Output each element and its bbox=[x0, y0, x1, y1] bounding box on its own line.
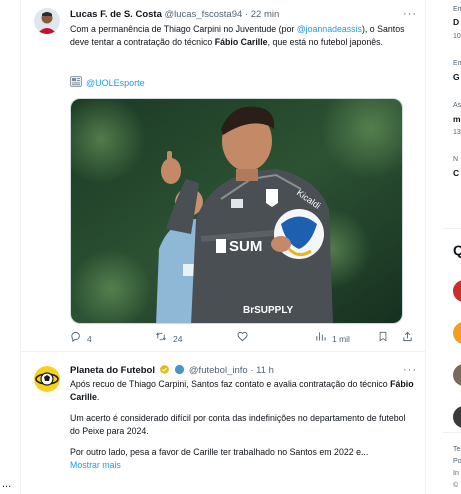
suggested-avatar[interactable] bbox=[453, 280, 461, 302]
share-icon bbox=[402, 331, 413, 347]
trend-title[interactable]: D bbox=[453, 17, 459, 27]
trend-category: N bbox=[453, 156, 459, 163]
more-options-icon[interactable]: ··· bbox=[403, 7, 417, 21]
show-more-link[interactable]: Mostrar mais bbox=[70, 459, 415, 472]
section-divider bbox=[443, 228, 461, 229]
retweet-button[interactable]: 24 bbox=[155, 331, 182, 347]
tweet-text-part: Após recuo de Thiago Carpini, Santos faz… bbox=[70, 379, 391, 389]
avatar[interactable] bbox=[34, 8, 60, 34]
tweet-text-bold: Fábio Carille bbox=[214, 37, 268, 47]
tweet-text: Com a permanência de Thiago Carpini no J… bbox=[70, 23, 415, 49]
trend-category: Em bbox=[453, 60, 461, 67]
trend-category: As bbox=[453, 102, 461, 109]
right-sidebar: Em D 10 Em G As m 13 N C Q Te Po In © bbox=[427, 0, 461, 494]
trend-category: Em bbox=[453, 6, 461, 13]
view-count: 1 mil bbox=[332, 334, 350, 344]
tweet-paragraph: Por outro lado, pesa a favor de Carille … bbox=[70, 447, 369, 457]
author-handle[interactable]: @lucas_fscosta94 bbox=[165, 9, 243, 20]
separator-dot: · bbox=[244, 9, 249, 20]
trend-title[interactable]: G bbox=[453, 72, 460, 82]
tweet-text-part: , que está no futebol japonês. bbox=[267, 37, 383, 47]
tweet-header: Lucas F. de S. Costa @lucas_fscosta94 · … bbox=[70, 8, 417, 22]
source-link[interactable]: @UOLEsporte bbox=[86, 78, 145, 88]
footer-link[interactable]: Po bbox=[453, 458, 461, 465]
tweet[interactable]: Planeta do Futebol @futebol_info · 11 h … bbox=[21, 352, 425, 494]
separator-dot: · bbox=[250, 365, 254, 376]
source-line: @UOLEsporte bbox=[70, 76, 145, 89]
suggested-avatar[interactable] bbox=[453, 364, 461, 386]
share-button[interactable] bbox=[402, 331, 413, 347]
author-handle[interactable]: @futebol_info bbox=[189, 365, 248, 376]
tweet-photo[interactable]: SUM BrSUPPLY Kicaldi bbox=[70, 98, 403, 324]
section-divider bbox=[443, 432, 461, 433]
trend-count: 10 bbox=[453, 33, 461, 40]
tweet-header: Planeta do Futebol @futebol_info · 11 h bbox=[70, 364, 417, 378]
footer-link[interactable]: Te bbox=[453, 446, 460, 453]
tweet[interactable]: Lucas F. de S. Costa @lucas_fscosta94 · … bbox=[21, 0, 425, 352]
heart-icon bbox=[237, 331, 248, 347]
tweet-time[interactable]: 11 h bbox=[256, 365, 274, 376]
tweet-time[interactable]: 22 min bbox=[251, 9, 280, 20]
bookmark-icon bbox=[378, 331, 388, 347]
mention-link[interactable]: @joannadeassis bbox=[297, 24, 362, 34]
tweet-paragraph: Após recuo de Thiago Carpini, Santos faz… bbox=[70, 378, 415, 404]
timeline-feed: Lucas F. de S. Costa @lucas_fscosta94 · … bbox=[20, 0, 426, 494]
svg-text:SUM: SUM bbox=[229, 238, 262, 255]
more-options-icon[interactable]: ··· bbox=[403, 363, 417, 377]
suggested-avatar[interactable] bbox=[453, 322, 461, 344]
copyright-text: © bbox=[453, 482, 459, 489]
trend-title[interactable]: m bbox=[453, 114, 461, 124]
like-button[interactable] bbox=[237, 331, 254, 347]
svg-text:BrSUPPLY: BrSUPPLY bbox=[243, 305, 294, 316]
retweet-icon bbox=[155, 331, 167, 347]
tweet-text: Após recuo de Thiago Carpini, Santos faz… bbox=[70, 378, 415, 472]
footer-link[interactable]: In bbox=[453, 470, 459, 477]
views-button[interactable]: 1 mil bbox=[315, 331, 350, 347]
reply-count: 4 bbox=[87, 334, 92, 344]
who-to-follow-heading: Q bbox=[453, 242, 461, 258]
retweet-count: 24 bbox=[173, 334, 183, 344]
newspaper-emoji-icon bbox=[70, 76, 82, 89]
reply-icon bbox=[70, 331, 81, 347]
bookmark-button[interactable] bbox=[378, 331, 388, 347]
tweet-paragraph: Um acerto é considerado difícil por cont… bbox=[70, 413, 406, 436]
trend-title[interactable]: C bbox=[453, 168, 459, 178]
reply-button[interactable]: 4 bbox=[70, 331, 92, 347]
suggested-avatar[interactable] bbox=[453, 406, 461, 428]
more-menu-icon[interactable]: ... bbox=[2, 478, 11, 490]
author-name[interactable]: Lucas F. de S. Costa bbox=[70, 9, 162, 20]
avatar[interactable] bbox=[34, 366, 60, 392]
author-name[interactable]: Planeta do Futebol bbox=[70, 365, 155, 376]
tweet-actions: 4 24 1 mil bbox=[70, 331, 415, 347]
bar-chart-icon bbox=[315, 331, 326, 347]
tweet-text-part: Com a permanência de Thiago Carpini no J… bbox=[70, 24, 297, 34]
tweet-text-part: . bbox=[96, 392, 100, 402]
trend-count: 13 bbox=[453, 129, 461, 136]
